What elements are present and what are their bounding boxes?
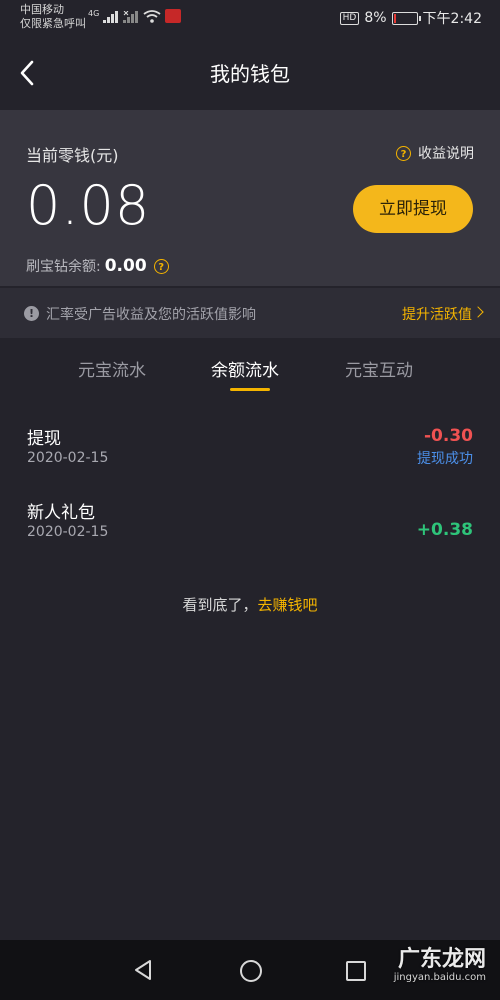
end-of-list-text: 看到底了，去赚钱吧: [0, 594, 500, 615]
tab-yuanbao-interaction[interactable]: 元宝互动: [345, 356, 413, 381]
rate-notice-text: 汇率受广告收益及您的活跃值影响: [46, 307, 256, 323]
diamond-balance-label: 刷宝钻余额:: [26, 259, 101, 275]
status-bar: 中国移动 仅限紧急呼叫 4G HD 8% 下午2:42: [0, 0, 500, 36]
system-nav-bar: 广东龙网 jingyan.baidu.com: [0, 940, 500, 1000]
network-type-label: 4G: [88, 9, 100, 18]
diamond-balance-value: 0.00: [104, 256, 147, 276]
chevron-right-icon: [472, 306, 484, 318]
list-item[interactable]: 提现 2020-02-15 -0.30 提现成功: [0, 424, 500, 488]
emergency-only-text: 仅限紧急呼叫: [20, 17, 86, 30]
watermark-subtitle: jingyan.baidu.com: [393, 972, 486, 983]
nav-back-icon[interactable]: [132, 958, 154, 982]
battery-icon: [391, 11, 421, 25]
end-of-list-label: 看到底了，: [182, 596, 258, 614]
nav-recent-apps-icon[interactable]: [346, 961, 366, 981]
balance-amount: 0.08: [26, 174, 151, 237]
clock: 下午2:42: [422, 11, 482, 27]
tab-balance-ledger[interactable]: 余额流水: [211, 356, 279, 381]
battery-percent: 8%: [364, 10, 387, 26]
signal-icons: 4G: [88, 9, 182, 23]
nav-home-icon[interactable]: [240, 960, 262, 982]
record-date: 2020-02-15: [27, 450, 109, 466]
status-right: HD 8% 下午2:42: [339, 8, 482, 28]
battery-fill: [393, 13, 396, 23]
wifi-icon: [143, 10, 161, 23]
watermark: 广东龙网 jingyan.baidu.com: [394, 948, 486, 984]
info-icon: !: [24, 306, 39, 321]
rate-notice-bar: ! 汇率受广告收益及您的活跃值影响 提升活跃值: [0, 288, 500, 338]
question-icon: ?: [396, 145, 411, 161]
diamond-balance-row: 刷宝钻余额: 0.00 ?: [26, 256, 169, 276]
app-notification-icon: [165, 9, 182, 23]
watermark-title: 广东龙网: [397, 947, 486, 972]
carrier-name: 中国移动: [20, 3, 64, 16]
record-title: 新人礼包: [27, 503, 95, 523]
record-amount: -0.30: [424, 426, 473, 446]
active-tab-indicator: [230, 388, 270, 391]
withdraw-button[interactable]: 立即提现: [353, 185, 473, 233]
list-item[interactable]: 新人礼包 2020-02-15 +0.38: [0, 498, 500, 562]
record-status: 提现成功: [417, 451, 473, 467]
diamond-help-icon[interactable]: ?: [153, 258, 169, 274]
record-title: 提现: [27, 429, 61, 449]
balance-label: 当前零钱(元): [26, 146, 119, 165]
record-amount: +0.38: [416, 520, 473, 540]
record-date: 2020-02-15: [27, 524, 109, 540]
page-title: 我的钱包: [210, 62, 290, 86]
ledger-tabs: 元宝流水 余额流水 元宝互动: [0, 340, 500, 396]
boost-activity-link[interactable]: 提升活跃值: [402, 304, 472, 324]
carrier-info: 中国移动 仅限紧急呼叫: [20, 3, 86, 31]
earnings-help-label: 收益说明: [418, 146, 474, 162]
go-earn-link[interactable]: 去赚钱吧: [258, 596, 318, 614]
signal-no-sim-icon: [123, 11, 139, 23]
wallet-card: 当前零钱(元) ? 收益说明 0.08 立即提现 刷宝钻余额: 0.00 ?: [0, 110, 500, 286]
earnings-help-link[interactable]: ? 收益说明: [396, 143, 474, 163]
signal-icon: [103, 11, 119, 23]
header: 我的钱包: [0, 36, 500, 110]
hd-icon: HD: [339, 11, 360, 25]
tab-yuanbao-ledger[interactable]: 元宝流水: [78, 356, 146, 381]
